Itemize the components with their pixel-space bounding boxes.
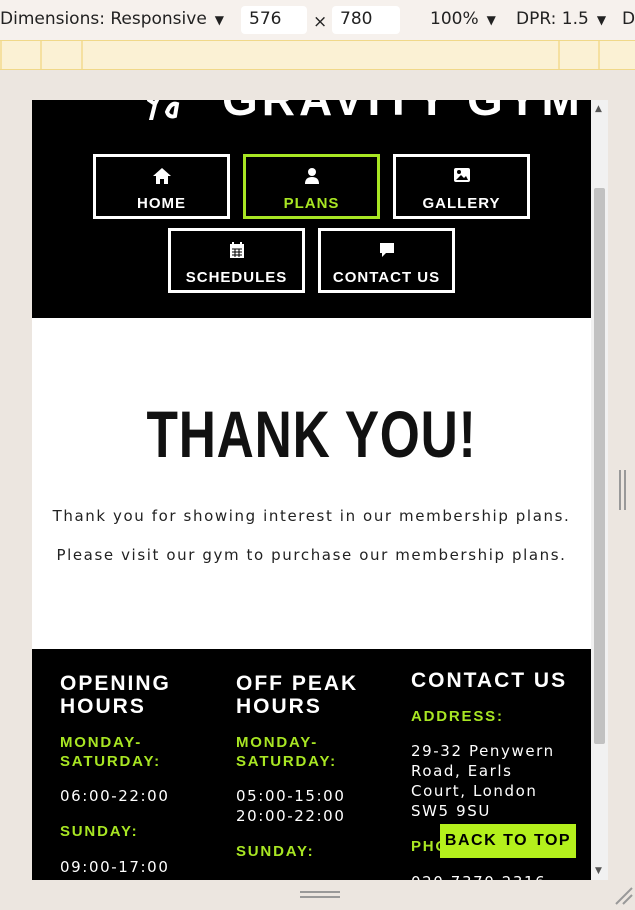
- dpr-dropdown[interactable]: DPR: 1.5 ▼: [516, 9, 606, 29]
- image-icon: [453, 168, 470, 182]
- off-peak-title-2: HOURS: [236, 695, 322, 718]
- times-sign: ×: [313, 12, 328, 32]
- comment-icon: [379, 243, 394, 257]
- resize-handle-right-icon[interactable]: [618, 470, 628, 510]
- logo-figure-icon: [147, 100, 180, 120]
- page-title: THANK YOU!: [146, 397, 477, 471]
- height-input[interactable]: 780: [332, 6, 400, 34]
- address-line: SW5 9SU: [411, 802, 491, 820]
- address-line: Court, London: [411, 782, 538, 800]
- nav-home-label: HOME: [137, 195, 186, 212]
- nav-gallery-label: GALLERY: [422, 195, 501, 212]
- sunday-label: SUNDAY:: [236, 843, 315, 860]
- resize-handle-bottom-icon[interactable]: [300, 890, 340, 900]
- weekday-label: MONDAY-: [236, 734, 319, 751]
- nav-schedules-label: SCHEDULES: [185, 269, 288, 286]
- nav-contact[interactable]: CONTACT US: [318, 228, 455, 293]
- weekday-label: SATURDAY:: [60, 753, 161, 770]
- site-header: GRAVITY GYM HOME PLANS GALLERY SCHEDULES…: [32, 100, 591, 318]
- media-query-bar[interactable]: [0, 40, 635, 70]
- sunday-hours: 09:00-17:00: [60, 858, 170, 876]
- nav-home[interactable]: HOME: [93, 154, 230, 219]
- ruler-segment[interactable]: [40, 41, 42, 69]
- opening-hours-title-2: HOURS: [60, 695, 146, 718]
- nav-plans-label: PLANS: [283, 195, 340, 212]
- zoom-label: 100%: [430, 9, 479, 29]
- user-icon: [304, 168, 319, 184]
- phone-number[interactable]: 020 7370 2316: [411, 872, 581, 880]
- weekday-label: SATURDAY:: [236, 753, 337, 770]
- ruler-segment[interactable]: [598, 41, 600, 69]
- devtools-toolbar: Dimensions: Responsive ▼ 576 × 780 100% ▼ …: [0, 0, 635, 40]
- weekday-label: MONDAY-: [60, 734, 143, 751]
- ruler-segment[interactable]: [81, 41, 83, 69]
- address-label: ADDRESS:: [411, 708, 504, 725]
- opening-hours-column: OPENING HOURS MONDAY- SATURDAY: 06:00-22…: [60, 672, 210, 877]
- more-label[interactable]: D: [622, 9, 635, 29]
- thank-you-section: THANK YOU! Thank you for showing interes…: [32, 318, 591, 649]
- web-page: GRAVITY GYM HOME PLANS GALLERY SCHEDULES…: [32, 100, 591, 880]
- nav-plans[interactable]: PLANS: [243, 154, 380, 219]
- nav-gallery[interactable]: GALLERY: [393, 154, 530, 219]
- back-to-top-button[interactable]: BACK TO TOP: [440, 824, 576, 858]
- thank-you-message: Thank you for showing interest in our me…: [52, 507, 571, 525]
- off-peak-hours-column: OFF PEAK HOURS MONDAY- SATURDAY: 05:00-1…: [236, 672, 386, 861]
- scrollbar-thumb[interactable]: [594, 188, 605, 744]
- nav-schedules[interactable]: SCHEDULES: [168, 228, 305, 293]
- weekday-hours: 05:00-15:00: [236, 787, 346, 805]
- address-line: Road, Earls: [411, 762, 513, 780]
- caret-down-icon: ▼: [486, 13, 496, 27]
- caret-down-icon: ▼: [214, 13, 225, 27]
- weekday-hours: 06:00-22:00: [60, 787, 170, 805]
- dimensions-dropdown[interactable]: Dimensions: Responsive ▼: [0, 9, 224, 29]
- nav-contact-label: CONTACT US: [332, 269, 441, 286]
- home-icon: [152, 168, 171, 184]
- dimensions-label: Dimensions: Responsive: [0, 9, 207, 29]
- contact-title: CONTACT US: [411, 669, 568, 692]
- page-scrollbar[interactable]: ▲ ▼: [591, 100, 608, 880]
- ruler-segment[interactable]: [0, 41, 2, 69]
- address-line: 29-32 Penywern: [411, 742, 555, 760]
- off-peak-title-1: OFF PEAK: [236, 672, 359, 695]
- dpr-label: DPR: 1.5: [516, 9, 589, 29]
- weekday-hours: 20:00-22:00: [236, 807, 346, 825]
- resize-corner-icon[interactable]: [612, 884, 634, 906]
- caret-down-icon: ▼: [596, 13, 607, 27]
- logo-text[interactable]: GRAVITY GYM: [222, 100, 584, 126]
- calendar-icon: [229, 242, 244, 258]
- sunday-label: SUNDAY:: [60, 823, 139, 840]
- device-viewport: GRAVITY GYM HOME PLANS GALLERY SCHEDULES…: [32, 100, 608, 880]
- scroll-down-arrow-icon[interactable]: ▼: [595, 866, 602, 876]
- scroll-up-arrow-icon[interactable]: ▲: [595, 104, 602, 114]
- visit-message: Please visit our gym to purchase our mem…: [56, 546, 567, 564]
- ruler-segment[interactable]: [558, 41, 560, 69]
- opening-hours-title-1: OPENING: [60, 672, 171, 695]
- zoom-dropdown[interactable]: 100% ▼: [430, 9, 496, 29]
- width-input[interactable]: 576: [241, 6, 307, 34]
